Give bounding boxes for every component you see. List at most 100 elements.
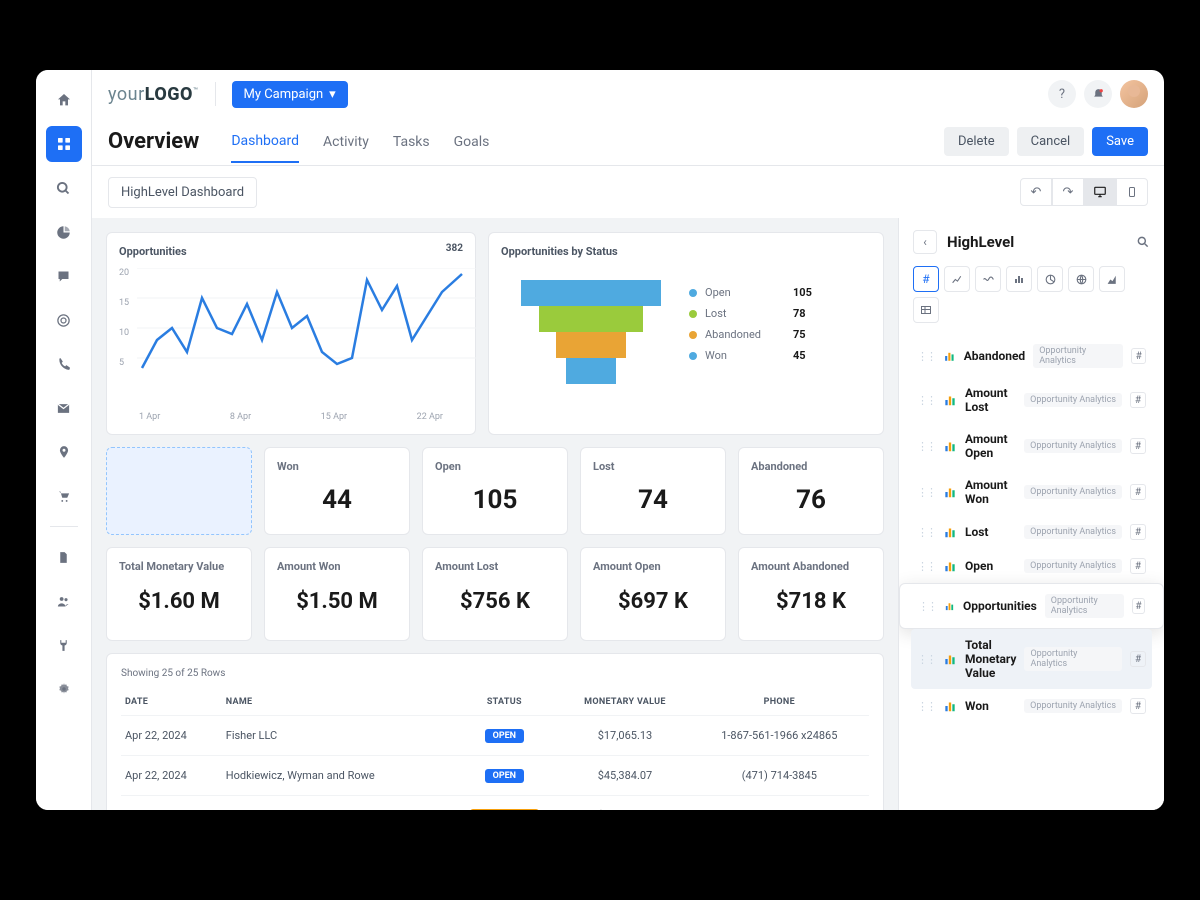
chip-line[interactable] bbox=[944, 266, 970, 292]
desktop-view-button[interactable] bbox=[1084, 178, 1116, 206]
hash-icon: # bbox=[1130, 438, 1146, 454]
side-navigation bbox=[36, 70, 92, 810]
data-table-card[interactable]: Showing 25 of 25 Rows DATENAME STATUSMON… bbox=[106, 653, 884, 810]
drag-handle-icon[interactable]: ⋮⋮ bbox=[917, 440, 935, 453]
page-title: Overview bbox=[108, 129, 199, 154]
file-icon[interactable] bbox=[46, 539, 82, 575]
table-row[interactable]: Apr 22, 2024Fisher LLCOPEN$17,065.131-86… bbox=[121, 716, 869, 756]
money-total[interactable]: Total Monetary Value$1.60 M bbox=[106, 547, 252, 641]
opportunities-chart-card[interactable]: Opportunities 382 20 15 10 5 bbox=[106, 232, 476, 435]
stat-abandoned[interactable]: Abandoned76 bbox=[738, 447, 884, 535]
funnel-segment bbox=[539, 306, 643, 332]
money-abandoned[interactable]: Amount Abandoned$718 K bbox=[738, 547, 884, 641]
drag-handle-icon[interactable]: ⋮⋮ bbox=[917, 560, 935, 573]
drag-handle-icon[interactable]: ⋮⋮ bbox=[917, 526, 935, 539]
delete-button[interactable]: Delete bbox=[944, 127, 1009, 156]
hash-icon: # bbox=[1130, 698, 1146, 714]
campaign-dropdown[interactable]: My Campaign▾ bbox=[232, 81, 348, 108]
sidepanel-title: HighLevel bbox=[947, 233, 1126, 251]
tab-activity[interactable]: Activity bbox=[323, 122, 369, 162]
empty-drop-slot[interactable] bbox=[106, 447, 252, 535]
avatar[interactable] bbox=[1120, 80, 1148, 108]
dashboard-icon[interactable] bbox=[46, 126, 82, 162]
drag-handle-icon[interactable]: ⋮⋮ bbox=[917, 350, 935, 363]
dimension-item[interactable]: ⋮⋮Amount OpenOpportunity Analytics# bbox=[911, 423, 1152, 469]
dimension-item[interactable]: ⋮⋮Amount LostOpportunity Analytics# bbox=[911, 377, 1152, 423]
funnel-chart bbox=[521, 280, 661, 384]
side-panel: ‹ HighLevel # ⋮⋮AbandonedOpportunity Ana… bbox=[898, 218, 1164, 810]
chat-icon[interactable] bbox=[46, 258, 82, 294]
money-open[interactable]: Amount Open$697 K bbox=[580, 547, 726, 641]
save-button[interactable]: Save bbox=[1092, 127, 1148, 156]
dashboard-name-input[interactable]: HighLevel Dashboard bbox=[108, 177, 257, 208]
dimension-item[interactable]: ⋮⋮WonOpportunity Analytics# bbox=[911, 689, 1152, 723]
search-icon[interactable] bbox=[46, 170, 82, 206]
help-button[interactable]: ? bbox=[1048, 80, 1076, 108]
drag-handle-icon[interactable]: ⋮⋮ bbox=[917, 653, 935, 666]
drag-handle-icon[interactable]: ⋮⋮ bbox=[918, 600, 936, 613]
dimension-item[interactable]: ⋮⋮OpportunitiesOpportunity Analytics# bbox=[899, 583, 1164, 629]
funnel-card[interactable]: Opportunities by Status Open105Lost78Aba… bbox=[488, 232, 884, 435]
hash-icon: # bbox=[1130, 524, 1146, 540]
pie-icon[interactable] bbox=[46, 214, 82, 250]
chip-bar[interactable] bbox=[1006, 266, 1032, 292]
plug-icon[interactable] bbox=[46, 627, 82, 663]
chip-number[interactable]: # bbox=[913, 266, 939, 292]
users-icon[interactable] bbox=[46, 583, 82, 619]
home-icon[interactable] bbox=[46, 82, 82, 118]
chip-wave[interactable] bbox=[975, 266, 1001, 292]
chip-table[interactable] bbox=[913, 297, 939, 323]
top-bar: yourLOGO™ My Campaign▾ ? bbox=[92, 70, 1164, 118]
cancel-button[interactable]: Cancel bbox=[1017, 127, 1085, 156]
hash-icon: # bbox=[1130, 651, 1146, 667]
tab-tasks[interactable]: Tasks bbox=[393, 122, 430, 162]
money-won[interactable]: Amount Won$1.50 M bbox=[264, 547, 410, 641]
phone-icon[interactable] bbox=[46, 346, 82, 382]
target-icon[interactable] bbox=[46, 302, 82, 338]
mail-icon[interactable] bbox=[46, 390, 82, 426]
legend-row: Won45 bbox=[689, 349, 812, 362]
sidepanel-search-icon[interactable] bbox=[1136, 235, 1150, 249]
funnel-legend: Open105Lost78Abandoned75Won45 bbox=[689, 286, 812, 384]
notifications-button[interactable] bbox=[1084, 80, 1112, 108]
dimension-item[interactable]: ⋮⋮Total Monetary ValueOpportunity Analyt… bbox=[911, 629, 1152, 689]
funnel-segment bbox=[521, 280, 661, 306]
line-chart: 20 15 10 5 bbox=[119, 268, 463, 408]
stat-won[interactable]: Won44 bbox=[264, 447, 410, 535]
funnel-segment bbox=[556, 332, 626, 358]
back-button[interactable]: ‹ bbox=[913, 230, 937, 254]
money-lost[interactable]: Amount Lost$756 K bbox=[422, 547, 568, 641]
redo-button[interactable]: ↷ bbox=[1052, 178, 1084, 206]
hash-icon: # bbox=[1130, 484, 1146, 500]
drag-handle-icon[interactable]: ⋮⋮ bbox=[917, 700, 935, 713]
table-row[interactable]: Apr 22, 2024Hodkiewicz, Wyman and RoweOP… bbox=[121, 756, 869, 796]
funnel-segment bbox=[566, 358, 616, 384]
tab-goals[interactable]: Goals bbox=[454, 122, 490, 162]
logo: yourLOGO™ bbox=[108, 84, 199, 105]
mobile-view-button[interactable] bbox=[1116, 178, 1148, 206]
dimension-item[interactable]: ⋮⋮LostOpportunity Analytics# bbox=[911, 515, 1152, 549]
settings-icon[interactable] bbox=[46, 671, 82, 707]
hash-icon: # bbox=[1130, 392, 1146, 408]
stat-open[interactable]: Open105 bbox=[422, 447, 568, 535]
hash-icon: # bbox=[1132, 598, 1145, 614]
dimension-item[interactable]: ⋮⋮AbandonedOpportunity Analytics# bbox=[911, 335, 1152, 377]
location-icon[interactable] bbox=[46, 434, 82, 470]
chip-pie[interactable] bbox=[1037, 266, 1063, 292]
cart-icon[interactable] bbox=[46, 478, 82, 514]
chip-area[interactable] bbox=[1099, 266, 1125, 292]
stat-lost[interactable]: Lost74 bbox=[580, 447, 726, 535]
data-table: DATENAME STATUSMONETARY VALUEPHONE Apr 2… bbox=[121, 689, 869, 810]
legend-row: Lost78 bbox=[689, 307, 812, 320]
chip-globe[interactable] bbox=[1068, 266, 1094, 292]
undo-button[interactable]: ↶ bbox=[1020, 178, 1052, 206]
canvas: Opportunities 382 20 15 10 5 bbox=[92, 218, 898, 810]
tab-dashboard[interactable]: Dashboard bbox=[231, 121, 299, 163]
legend-row: Open105 bbox=[689, 286, 812, 299]
drag-handle-icon[interactable]: ⋮⋮ bbox=[917, 394, 935, 407]
drag-handle-icon[interactable]: ⋮⋮ bbox=[917, 486, 935, 499]
dimension-item[interactable]: ⋮⋮Amount WonOpportunity Analytics# bbox=[911, 469, 1152, 515]
dimension-item[interactable]: ⋮⋮OpenOpportunity Analytics# bbox=[911, 549, 1152, 583]
table-row[interactable]: Apr 21, 2024Becker IncABANDONED$10,132.2… bbox=[121, 796, 869, 811]
dimension-list: ⋮⋮AbandonedOpportunity Analytics#⋮⋮Amoun… bbox=[899, 335, 1164, 810]
